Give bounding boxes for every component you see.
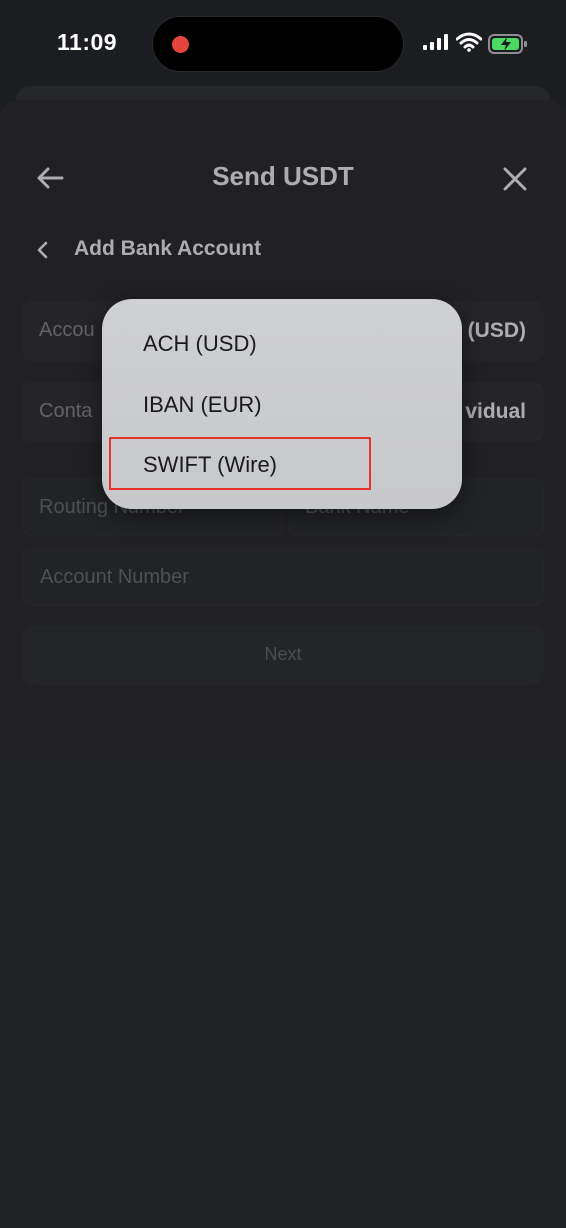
status-icons [422, 32, 532, 56]
highlight-annotation-box [109, 437, 371, 490]
close-icon[interactable] [500, 164, 530, 194]
menu-item-label: ACH (USD) [143, 331, 257, 356]
next-button-label: Next [264, 644, 302, 664]
account-number-placeholder: Account Number [40, 566, 189, 588]
section-title: Add Bank Account [74, 237, 262, 260]
page-title: Send USDT [212, 161, 354, 191]
menu-item-label: IBAN (EUR) [143, 392, 262, 417]
next-button[interactable]: Next [22, 625, 544, 685]
battery-charging-icon [488, 34, 527, 54]
contact-type-value: vidual [465, 400, 526, 423]
status-bar: 11:09 [0, 0, 566, 90]
cellular-signal-icon [423, 34, 448, 50]
menu-item-ach[interactable]: ACH (USD) [102, 315, 462, 373]
account-number-field[interactable]: Account Number [22, 548, 544, 606]
status-time: 11:09 [57, 29, 118, 55]
dynamic-island [152, 16, 404, 72]
record-dot-icon [172, 36, 189, 53]
contact-type-label: Conta [39, 400, 93, 422]
chevron-left-icon[interactable] [33, 238, 53, 262]
account-type-label: Accou [39, 319, 95, 341]
menu-item-iban[interactable]: IBAN (EUR) [102, 376, 462, 434]
wifi-icon [456, 32, 482, 52]
account-type-value: (USD) [467, 319, 526, 342]
